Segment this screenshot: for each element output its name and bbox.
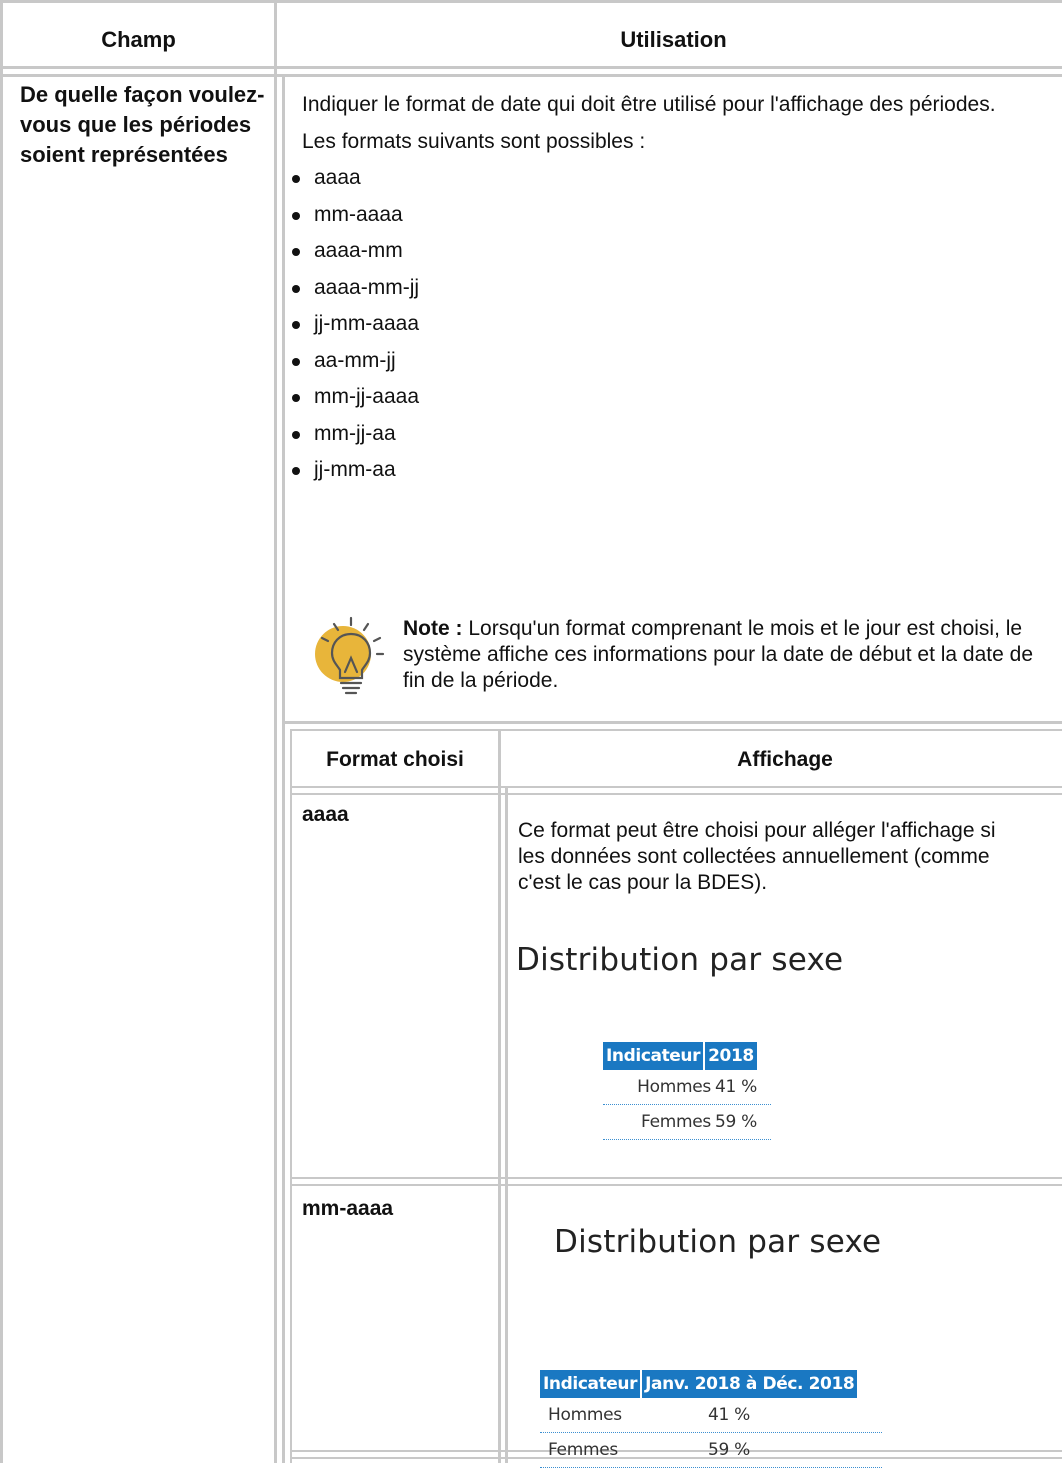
bullet-icon bbox=[292, 284, 300, 293]
bullet-icon bbox=[292, 467, 300, 475]
screenshot-table: Indicateur 2018 Hommes 41 % Femmes 59 % bbox=[603, 1042, 771, 1140]
column-header-field: Champ bbox=[101, 27, 176, 52]
screenshot-cell: Hommes bbox=[637, 1077, 711, 1097]
column-header-display: Affichage bbox=[737, 748, 833, 771]
screenshot-title: Distribution par sexe bbox=[554, 1224, 882, 1260]
list-item: aaaa bbox=[292, 165, 1047, 197]
format-option: aaaa-mm bbox=[314, 239, 403, 262]
note-box: Note : Lorsqu'un format comprenant le mo… bbox=[305, 602, 1050, 702]
note-label: Note : bbox=[403, 617, 463, 640]
list-item: aa-mm-jj bbox=[292, 348, 1047, 380]
examples-column-divider-inner bbox=[505, 788, 508, 1463]
table-row: Hommes 41 % bbox=[603, 1070, 771, 1105]
options-table: Champ Utilisation De quelle façon voulez… bbox=[0, 0, 1062, 1468]
formats-list: aaaa mm-aaaa aaaa-mm aaaa-mm-jj jj-mm-aa… bbox=[292, 165, 1047, 489]
usage-intro: Indiquer le format de date qui doit être… bbox=[302, 93, 996, 116]
format-option: aaaa bbox=[314, 166, 361, 189]
bullet-icon bbox=[292, 357, 300, 366]
screenshot-cell: 41 % bbox=[708, 1405, 750, 1425]
note-body: Lorsqu'un format comprenant le mois et l… bbox=[403, 617, 1033, 692]
format-option: jj-mm-aa bbox=[314, 458, 396, 481]
screenshot-cell: Femmes bbox=[548, 1440, 618, 1460]
column-divider bbox=[274, 0, 277, 1463]
header-divider-inner bbox=[0, 74, 1062, 77]
usage-content: Indiquer le format de date qui doit être… bbox=[292, 92, 1047, 494]
table-border-left bbox=[0, 0, 3, 1463]
bullet-icon bbox=[292, 248, 300, 256]
format-option: mm-aaaa bbox=[314, 202, 403, 226]
screenshot-table: Indicateur Janv. 2018 à Déc. 2018 Hommes … bbox=[540, 1370, 882, 1468]
examples-table-left bbox=[290, 729, 292, 1463]
bullet-icon bbox=[292, 321, 300, 329]
list-item: mm-jj-aa bbox=[292, 421, 1047, 453]
examples-header-divider-inner bbox=[290, 793, 1062, 795]
header-divider bbox=[0, 66, 1062, 69]
column-header-format: Format choisi bbox=[326, 748, 464, 771]
list-item: aaaa-mm-jj bbox=[292, 275, 1047, 307]
list-item: mm-jj-aaaa bbox=[292, 384, 1047, 416]
screenshot-column-header: Indicateur bbox=[540, 1370, 641, 1398]
list-item: jj-mm-aaaa bbox=[292, 311, 1047, 343]
list-item: mm-aaaa bbox=[292, 202, 1047, 234]
screenshot-cell: Femmes bbox=[641, 1112, 711, 1132]
screenshot-title: Distribution par sexe bbox=[516, 942, 844, 978]
format-option: mm-jj-aa bbox=[314, 421, 396, 445]
field-name: De quelle façon voulez-vous que les péri… bbox=[20, 82, 265, 167]
table-row: Hommes 41 % bbox=[540, 1398, 882, 1433]
screenshot-cell: Hommes bbox=[548, 1405, 622, 1425]
format-option: mm-jj-aaaa bbox=[314, 385, 420, 408]
examples-column-divider bbox=[498, 729, 501, 1463]
list-item: jj-mm-aa bbox=[292, 457, 1047, 489]
examples-row-divider-inner bbox=[290, 1184, 1062, 1186]
column-header-usage: Utilisation bbox=[620, 27, 727, 52]
format-description: Ce format peut être choisi pour alléger … bbox=[518, 819, 996, 894]
screenshot-table-header: Indicateur Janv. 2018 à Déc. 2018 bbox=[540, 1370, 882, 1398]
screenshot-column-header: Janv. 2018 à Déc. 2018 bbox=[640, 1370, 858, 1398]
list-item: aaaa-mm bbox=[292, 238, 1047, 270]
column-divider-inner bbox=[282, 76, 285, 1463]
screenshot-cell: 59 % bbox=[715, 1112, 757, 1132]
screenshot-column-header: 2018 bbox=[703, 1042, 757, 1070]
screenshot-cell: 41 % bbox=[715, 1077, 757, 1097]
format-name: aaaa bbox=[302, 803, 349, 826]
format-option: aa-mm-jj bbox=[314, 348, 396, 372]
bullet-icon bbox=[292, 211, 300, 220]
bullet-icon bbox=[292, 394, 300, 402]
format-name: mm-aaaa bbox=[302, 1197, 394, 1220]
table-border-top bbox=[0, 0, 1062, 3]
format-option: aaaa-mm-jj bbox=[314, 275, 420, 299]
examples-row-divider bbox=[290, 1177, 1062, 1179]
screenshot-column-header: Indicateur bbox=[603, 1042, 704, 1070]
screenshot-cell: 59 % bbox=[708, 1440, 750, 1460]
table-row: Femmes 59 % bbox=[603, 1105, 771, 1140]
lightbulb-icon bbox=[315, 616, 385, 695]
screenshot-table-header: Indicateur 2018 bbox=[603, 1042, 771, 1070]
formats-intro: Les formats suivants sont possibles : bbox=[302, 130, 646, 153]
bullet-icon bbox=[292, 430, 300, 439]
note-text: Note : Lorsqu'un format comprenant le mo… bbox=[403, 616, 1053, 694]
bullet-icon bbox=[292, 175, 300, 183]
examples-table-top bbox=[285, 721, 1062, 724]
examples-table-top-inner bbox=[290, 729, 1062, 731]
format-option: jj-mm-aaaa bbox=[314, 312, 420, 335]
